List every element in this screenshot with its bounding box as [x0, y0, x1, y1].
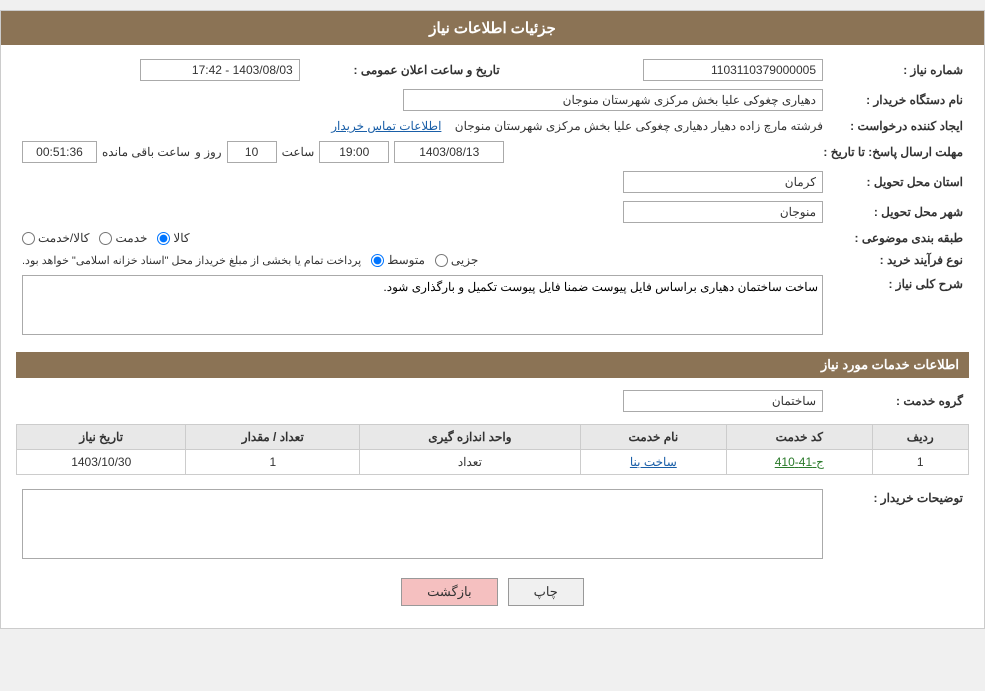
- process-radio-jozii[interactable]: [435, 254, 448, 267]
- announce-date-input[interactable]: [140, 59, 300, 81]
- col-header-code: کد خدمت: [727, 425, 872, 450]
- row-date: 1403/10/30: [17, 450, 186, 475]
- print-button[interactable]: چاپ: [508, 578, 584, 606]
- description-label: شرح کلی نیاز :: [829, 271, 969, 342]
- buyer-org-value: [16, 85, 829, 115]
- info-table-row1: شماره نیاز : تاریخ و ساعت اعلان عمومی :: [16, 55, 969, 85]
- service-name-link[interactable]: ساخت بنا: [630, 455, 677, 469]
- creator-label: ایجاد کننده درخواست :: [829, 115, 969, 137]
- province-label: استان محل تحویل :: [829, 167, 969, 197]
- info-table-row3: ایجاد کننده درخواست : فرشته مارچ زاده ده…: [16, 115, 969, 137]
- announce-date-label: تاریخ و ساعت اعلان عمومی :: [306, 55, 506, 85]
- category-radio-khedmat[interactable]: [99, 232, 112, 245]
- city-input[interactable]: [623, 201, 823, 223]
- description-textarea[interactable]: ساخت ساختمان دهیاری براساس فایل پیوست ضم…: [22, 275, 823, 335]
- need-number-input[interactable]: [643, 59, 823, 81]
- category-radios: کالا/خدمت خدمت کالا: [16, 227, 829, 249]
- process-note: پرداخت تمام یا بخشی از مبلغ خریداز محل "…: [22, 254, 361, 267]
- info-table-row5: استان محل تحویل :: [16, 167, 969, 197]
- category-label: طبقه بندی موضوعی :: [829, 227, 969, 249]
- category-kala-label: کالا: [173, 231, 189, 245]
- info-table-row8: نوع فرآیند خرید : پرداخت تمام یا بخشی از…: [16, 249, 969, 271]
- buyer-notes-label-text: توضیحات خریدار :: [873, 491, 963, 505]
- announce-date-value: [16, 55, 306, 85]
- service-group-table: گروه خدمت :: [16, 386, 969, 416]
- services-table: ردیف کد خدمت نام خدمت واحد اندازه گیری ت…: [16, 424, 969, 475]
- info-table-row4: مهلت ارسال پاسخ: تا تاریخ : 00:51:36 ساع…: [16, 137, 969, 167]
- description-label-text: شرح کلی نیاز :: [888, 277, 963, 291]
- province-input[interactable]: [623, 171, 823, 193]
- buyer-org-input[interactable]: [403, 89, 823, 111]
- city-label: شهر محل تحویل :: [829, 197, 969, 227]
- description-value: ساخت ساختمان دهیاری براساس فایل پیوست ضم…: [16, 271, 829, 342]
- process-option-motavasset: متوسط: [371, 253, 425, 267]
- category-khedmat-label: خدمت: [115, 231, 147, 245]
- need-number-label: شماره نیاز :: [829, 55, 969, 85]
- contact-link[interactable]: اطلاعات تماس خریدار: [331, 119, 441, 133]
- col-header-qty: تعداد / مقدار: [186, 425, 360, 450]
- category-option-kala-khedmat: کالا/خدمت: [22, 231, 89, 245]
- creator-value: فرشته مارچ زاده دهیار دهیاری چغوکی علیا …: [16, 115, 829, 137]
- buyer-notes-table: توضیحات خریدار :: [16, 485, 969, 566]
- content-area: شماره نیاز : تاریخ و ساعت اعلان عمومی : …: [1, 45, 984, 628]
- deadline-label: مهلت ارسال پاسخ: تا تاریخ :: [817, 137, 969, 167]
- category-radio-group: کالا/خدمت خدمت کالا: [22, 231, 823, 245]
- row-name: ساخت بنا: [580, 450, 727, 475]
- need-number-value: [506, 55, 829, 85]
- deadline-time-input[interactable]: [319, 141, 389, 163]
- category-radio-kala[interactable]: [157, 232, 170, 245]
- service-group-label: گروه خدمت :: [829, 386, 969, 416]
- process-motavasset-label: متوسط: [387, 253, 425, 267]
- province-value: [16, 167, 829, 197]
- category-option-kala: کالا: [157, 231, 189, 245]
- page-title: جزئیات اطلاعات نیاز: [429, 20, 556, 37]
- info-table-row7: طبقه بندی موضوعی : کالا/خدمت خدمت کالا: [16, 227, 969, 249]
- deadline-time-row: 00:51:36 ساعت باقی مانده روز و ساعت: [22, 141, 811, 163]
- process-option-jozii: جزیی: [435, 253, 478, 267]
- category-option-khedmat: خدمت: [99, 231, 147, 245]
- buyer-notes-label: توضیحات خریدار :: [829, 485, 969, 566]
- back-button[interactable]: بازگشت: [401, 578, 497, 606]
- process-jozii-label: جزیی: [451, 253, 478, 267]
- service-group-input[interactable]: [623, 390, 823, 412]
- city-value: [16, 197, 829, 227]
- creator-text: فرشته مارچ زاده دهیار دهیاری چغوکی علیا …: [455, 119, 823, 133]
- row-unit: تعداد: [360, 450, 580, 475]
- remaining-label: ساعت باقی مانده: [102, 145, 190, 159]
- process-type-row: پرداخت تمام یا بخشی از مبلغ خریداز محل "…: [22, 253, 823, 267]
- info-table-row6: شهر محل تحویل :: [16, 197, 969, 227]
- process-label: نوع فرآیند خرید :: [829, 249, 969, 271]
- col-header-name: نام خدمت: [580, 425, 727, 450]
- countdown-display: 00:51:36: [22, 141, 97, 163]
- row-number: 1: [872, 450, 969, 475]
- buyer-notes-textarea[interactable]: [22, 489, 823, 559]
- info-table-description: شرح کلی نیاز : ساخت ساختمان دهیاری براسا…: [16, 271, 969, 342]
- page-container: جزئیات اطلاعات نیاز شماره نیاز : تاریخ و…: [0, 10, 985, 629]
- service-code-link[interactable]: ج-41-410: [775, 455, 824, 469]
- table-row: 1 ج-41-410 ساخت بنا تعداد 1 1403/10/30: [17, 450, 969, 475]
- page-header: جزئیات اطلاعات نیاز: [1, 11, 984, 45]
- row-qty: 1: [186, 450, 360, 475]
- col-header-unit: واحد اندازه گیری: [360, 425, 580, 450]
- row-code: ج-41-410: [727, 450, 872, 475]
- time-label: ساعت: [282, 145, 315, 159]
- col-header-row: ردیف: [872, 425, 969, 450]
- process-row: پرداخت تمام یا بخشی از مبلغ خریداز محل "…: [16, 249, 829, 271]
- deadline-days-input[interactable]: [227, 141, 277, 163]
- col-header-date: تاریخ نیاز: [17, 425, 186, 450]
- service-group-value: [16, 386, 829, 416]
- buyer-org-label: نام دستگاه خریدار :: [829, 85, 969, 115]
- footer-buttons: چاپ بازگشت: [16, 566, 969, 618]
- deadline-date-input[interactable]: [394, 141, 504, 163]
- category-kala-khedmat-label: کالا/خدمت: [38, 231, 89, 245]
- days-label: روز و: [195, 145, 222, 159]
- services-section-title: اطلاعات خدمات مورد نیاز: [16, 352, 969, 378]
- category-radio-kala-khedmat[interactable]: [22, 232, 35, 245]
- process-radio-motavasset[interactable]: [371, 254, 384, 267]
- buyer-notes-value: [16, 485, 829, 566]
- info-table-row2: نام دستگاه خریدار :: [16, 85, 969, 115]
- deadline-row: 00:51:36 ساعت باقی مانده روز و ساعت: [16, 137, 817, 167]
